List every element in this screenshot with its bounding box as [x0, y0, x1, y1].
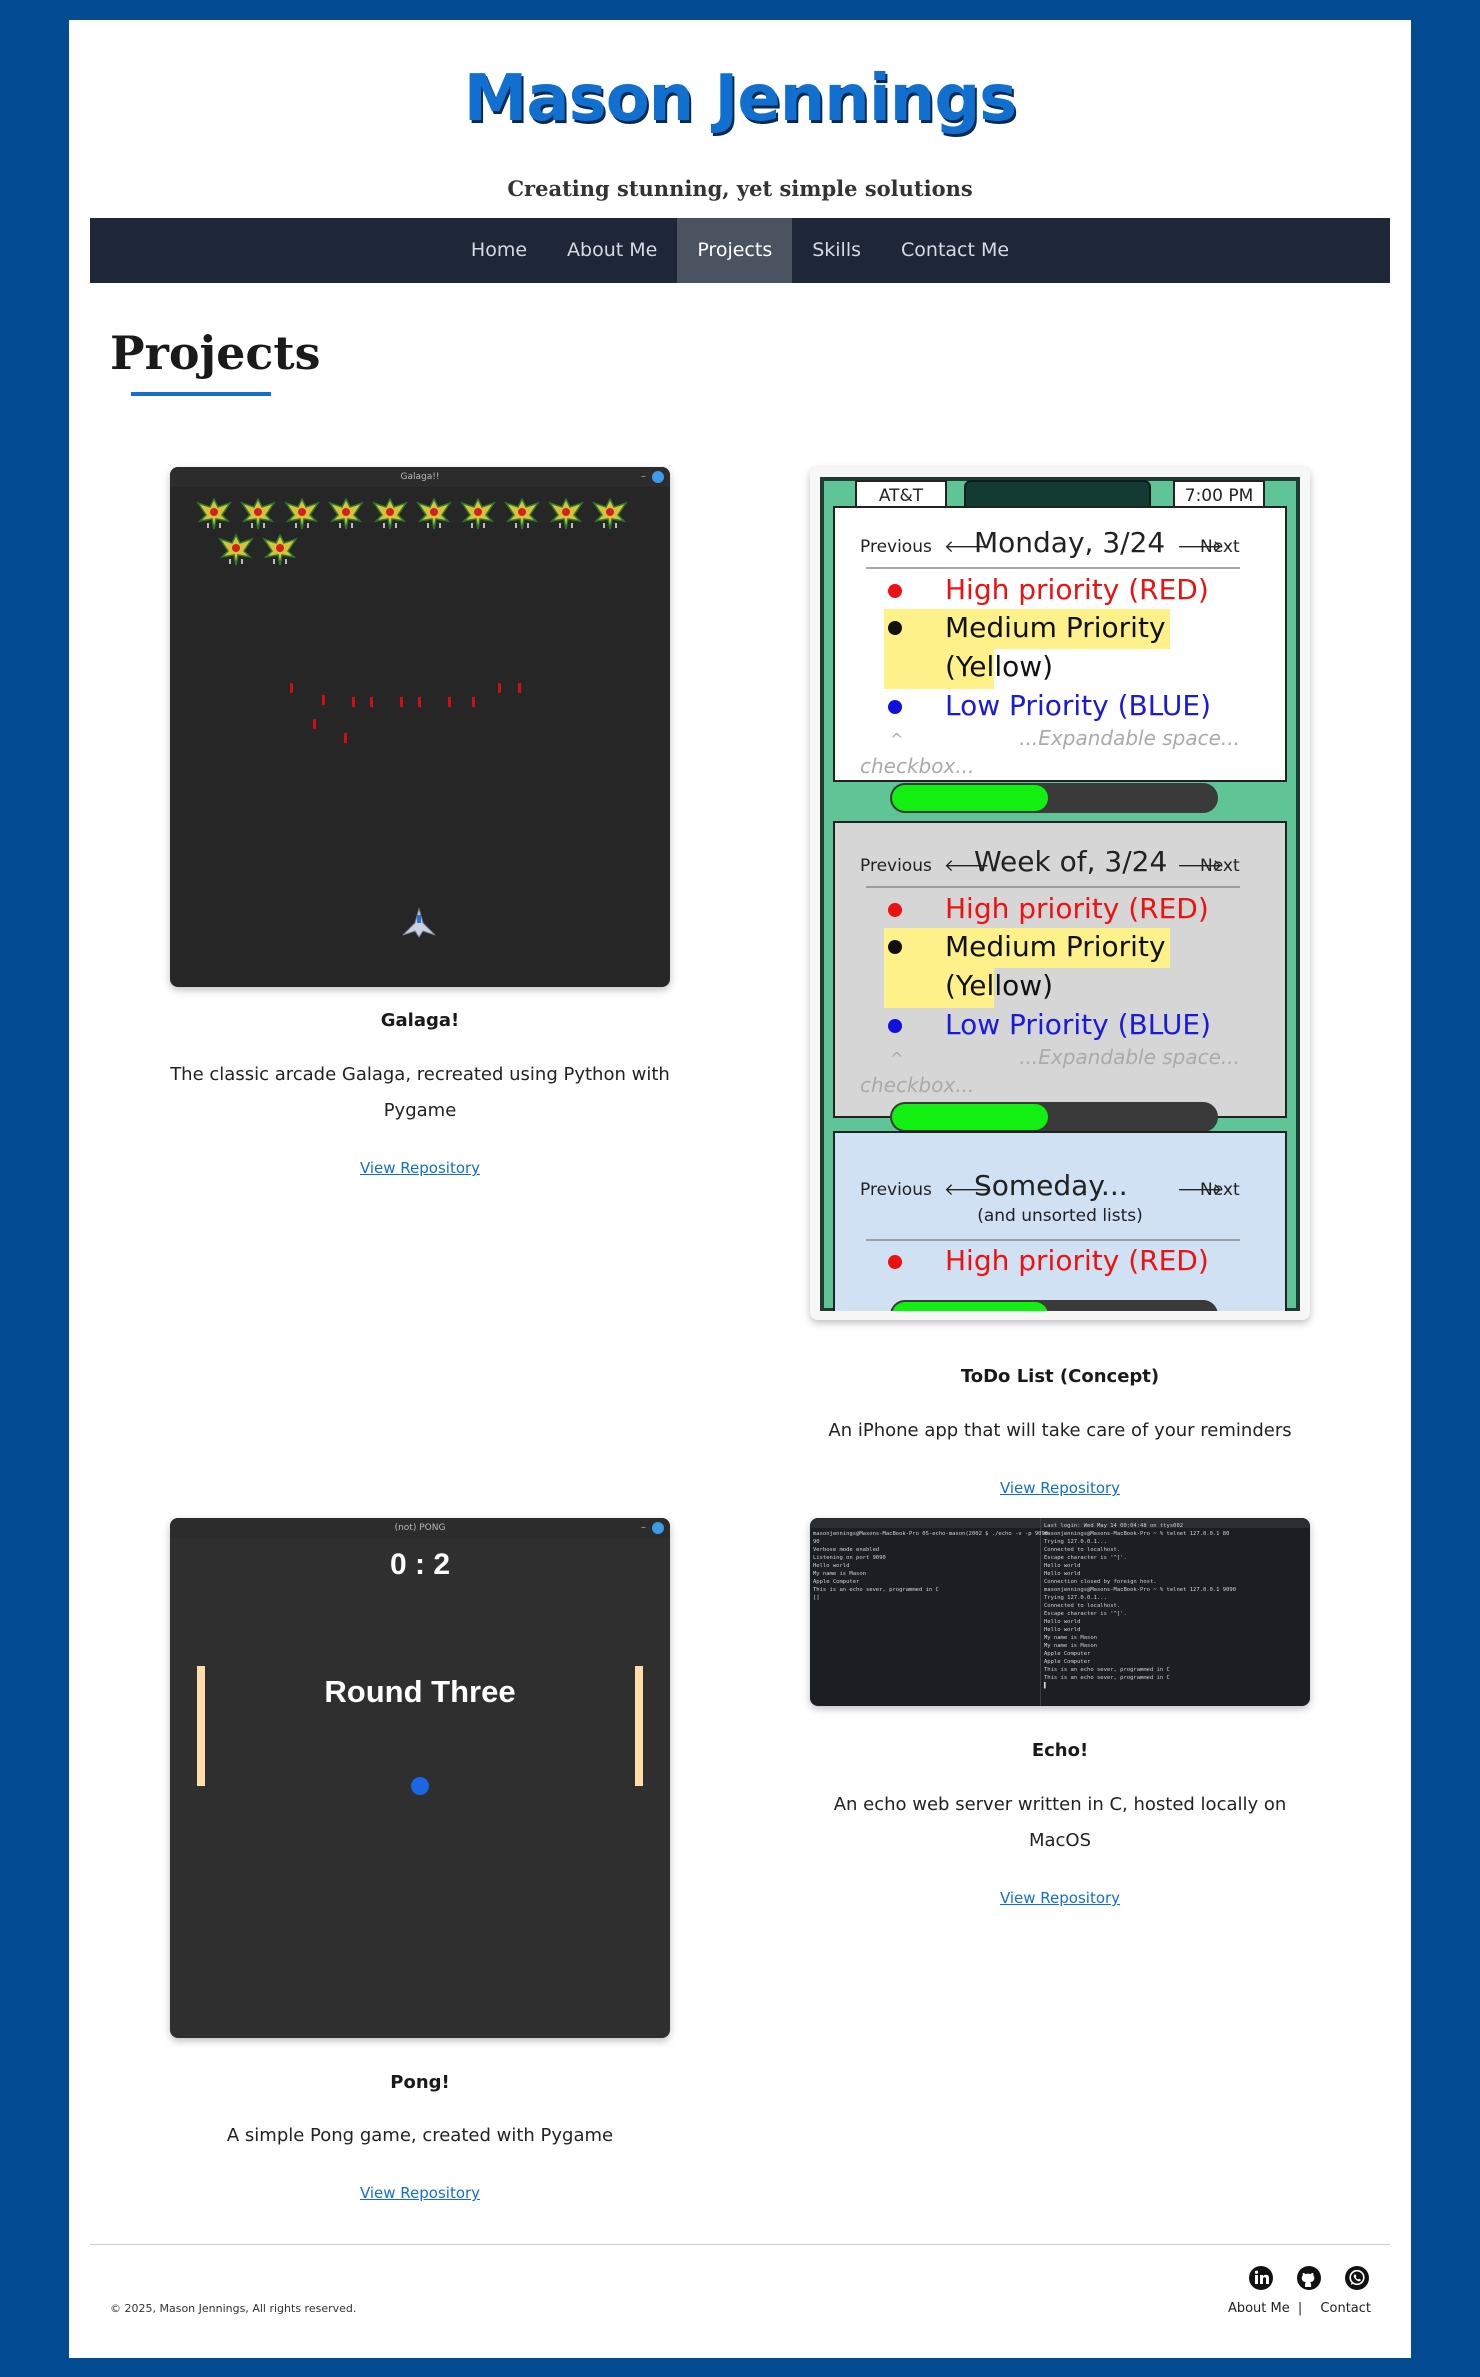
minimize-icon: –	[641, 1522, 646, 1533]
right-paddle	[635, 1666, 643, 1786]
svg-text:^: ^	[890, 730, 903, 749]
nav-contact-me[interactable]: Contact Me	[881, 218, 1029, 283]
svg-text:Week of, 3/24: Week of, 3/24	[974, 845, 1167, 878]
svg-text:Next: Next	[1200, 537, 1240, 557]
view-repository-link[interactable]: View Repository	[360, 2184, 480, 2202]
window-title: (not) PONG	[394, 1523, 446, 1533]
svg-text:Next: Next	[1200, 856, 1240, 876]
svg-text:Low Priority (BLUE): Low Priority (BLUE)	[945, 1008, 1211, 1041]
main-nav: Home About Me Projects Skills Contact Me	[90, 218, 1390, 283]
galaga-screenshot: Galaga!! –	[170, 467, 670, 987]
pong-screenshot: (not) PONG – 0 : 2 Round Three	[170, 1518, 670, 2038]
copyright-text: © 2025, Mason Jennings, All rights reser…	[110, 2302, 357, 2315]
nav-about-me[interactable]: About Me	[547, 218, 677, 283]
svg-text:Next: Next	[1200, 1180, 1240, 1200]
project-description: A simple Pong game, created with Pygame	[226, 2125, 614, 2146]
svg-text:checkbox...: checkbox...	[860, 1073, 974, 1097]
enemy-ship-icon	[372, 497, 408, 530]
view-repository-link[interactable]: View Repository	[1000, 1889, 1120, 1907]
section-title: Projects	[110, 326, 321, 380]
enemy-ship-icon	[416, 497, 452, 530]
enemy-ship-icon	[548, 497, 584, 530]
window-titlebar: (not) PONG –	[170, 1518, 670, 1538]
right-terminal: Last login: Wed May 14 00:04:48 on ttys0…	[1044, 1523, 1237, 1689]
enemy-ship-icon	[262, 533, 298, 566]
enemy-ship-icon	[284, 497, 320, 530]
pong-ball	[411, 1777, 429, 1795]
enemy-ship-icon	[240, 497, 276, 530]
svg-text:High priority (RED): High priority (RED)	[945, 1244, 1209, 1277]
whatsapp-icon[interactable]	[1344, 2265, 1370, 2291]
project-description: An echo web server written in C, hosted …	[833, 1794, 1287, 1851]
svg-text:checkbox...: checkbox...	[860, 754, 974, 778]
svg-text:^: ^	[890, 1049, 903, 1068]
svg-text:Medium Priority: Medium Priority	[945, 930, 1166, 963]
view-repository-link[interactable]: View Repository	[360, 1159, 480, 1177]
enemy-ship-icon	[592, 497, 628, 530]
enemy-ship-icon	[504, 497, 540, 530]
github-icon[interactable]	[1296, 2265, 1322, 2291]
svg-text:Monday, 3/24: Monday, 3/24	[974, 526, 1165, 559]
title-underline	[131, 392, 271, 396]
footer-divider	[90, 2244, 1390, 2245]
svg-text:High priority (RED): High priority (RED)	[945, 573, 1209, 606]
svg-text:High priority (RED): High priority (RED)	[945, 892, 1209, 925]
project-title: Galaga!	[380, 1010, 460, 1031]
enemy-ship-icon	[218, 533, 254, 566]
svg-text:Medium Priority: Medium Priority	[945, 611, 1166, 644]
nav-projects[interactable]: Projects	[677, 218, 793, 283]
svg-text:...Expandable space...: ...Expandable space...	[1019, 726, 1240, 750]
svg-text:...Expandable space...: ...Expandable space...	[1019, 1045, 1240, 1069]
enemy-ship-icon	[196, 497, 232, 530]
nav-home[interactable]: Home	[451, 218, 547, 283]
left-paddle	[197, 1666, 205, 1786]
page-container: Mason Jennings Creating stunning, yet si…	[69, 20, 1411, 2358]
project-description: An iPhone app that will take care of you…	[828, 1420, 1292, 1441]
svg-text:(Yellow): (Yellow)	[945, 969, 1053, 1002]
svg-text:Previous: Previous	[860, 856, 932, 876]
score-display: 0 : 2	[389, 1548, 451, 1581]
nav-skills[interactable]: Skills	[792, 218, 881, 283]
galaga-scene	[196, 497, 628, 938]
todo-mockup: AT&T 7:00 PM Previous 🡐 Monday, 3/24 🡒 N…	[810, 477, 1310, 1320]
svg-text:Previous: Previous	[860, 1180, 932, 1200]
site-title: Mason Jennings	[463, 62, 1018, 136]
todo-screenshot: AT&T 7:00 PM Previous 🡐 Monday, 3/24 🡒 N…	[810, 467, 1310, 1320]
project-title: Echo!	[1031, 1740, 1089, 1761]
footer-about-link[interactable]: About Me	[1228, 2301, 1290, 2316]
player-ship-icon	[402, 907, 436, 938]
close-icon	[652, 1522, 664, 1534]
footer-contact-link[interactable]: Contact	[1320, 2301, 1371, 2316]
enemy-bullets	[290, 683, 521, 743]
footer-separator: |	[1297, 2301, 1303, 2316]
project-title: Pong!	[390, 2072, 450, 2093]
enemy-ship-icon	[328, 497, 364, 530]
svg-text:Previous: Previous	[860, 537, 932, 557]
round-banner: Round Three	[324, 1674, 516, 1709]
carrier-label: AT&T	[879, 486, 924, 506]
echo-screenshot: masonjennings@Masons-MacBook-Pro 05-echo…	[810, 1518, 1310, 1706]
footer-links: About Me | Contact	[1228, 2301, 1371, 2316]
time-label: 7:00 PM	[1185, 486, 1254, 506]
left-terminal: masonjennings@Masons-MacBook-Pro 05-echo…	[813, 1531, 1049, 1601]
svg-text:Low Priority (BLUE): Low Priority (BLUE)	[945, 689, 1211, 722]
project-description: The classic arcade Galaga, recreated usi…	[170, 1064, 670, 1121]
svg-text:(and unsorted lists): (and unsorted lists)	[977, 1206, 1143, 1226]
project-title: ToDo List (Concept)	[960, 1366, 1160, 1387]
svg-text:(Yellow): (Yellow)	[945, 650, 1053, 683]
svg-text:Someday...: Someday...	[974, 1169, 1128, 1202]
site-tagline: Creating stunning, yet simple solutions	[507, 176, 973, 201]
view-repository-link[interactable]: View Repository	[1000, 1479, 1120, 1497]
linkedin-icon[interactable]	[1248, 2265, 1274, 2291]
enemy-formation	[196, 497, 628, 566]
enemy-ship-icon	[460, 497, 496, 530]
